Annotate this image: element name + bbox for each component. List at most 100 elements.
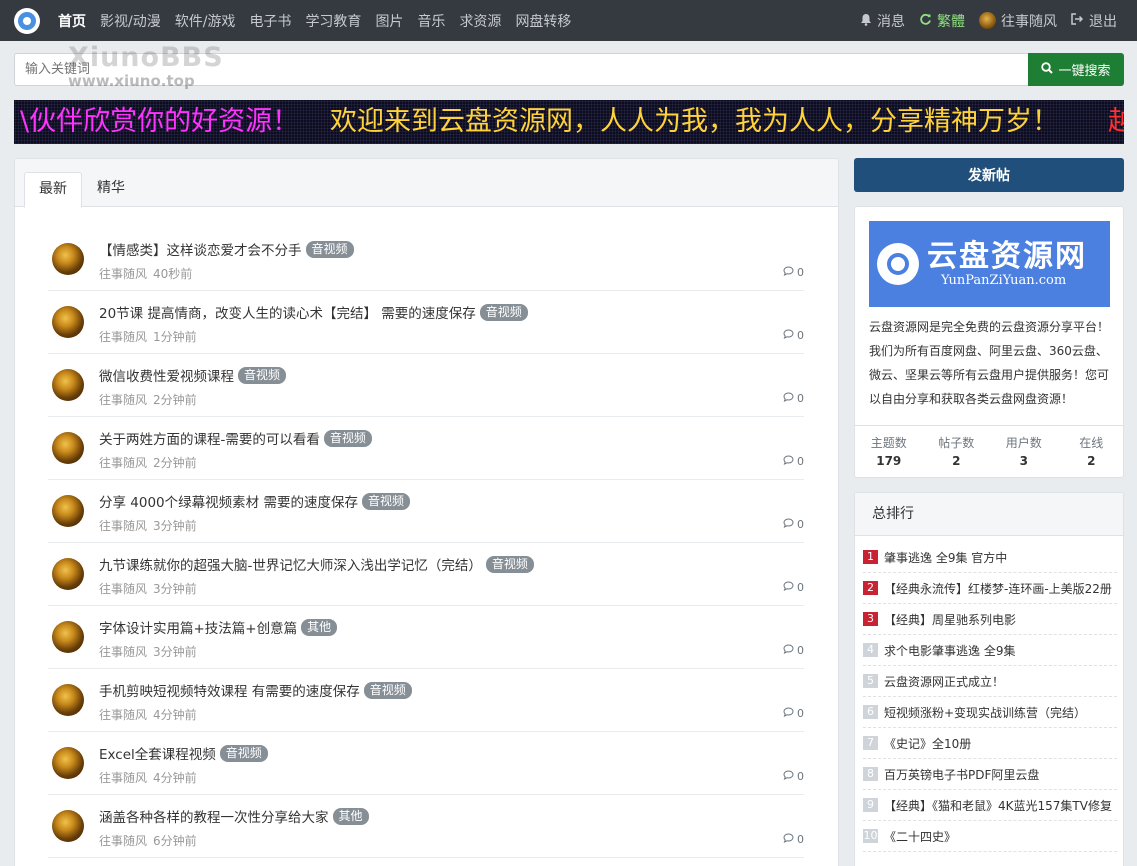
category-badge[interactable]: 音视频: [238, 366, 287, 384]
thread-title[interactable]: 【情感类】这样谈恋爱才会不分手: [99, 239, 302, 259]
traditional-toggle[interactable]: 繁體: [919, 11, 965, 31]
thread-time: 2分钟前: [153, 393, 197, 407]
thread-author[interactable]: 往事随风: [99, 330, 147, 344]
ranking-item-title[interactable]: 《二十四史》: [884, 828, 956, 845]
thread-row[interactable]: 字体设计实用篇+技法篇+创意篇 其他 往事随风 3分钟前 0: [48, 606, 804, 669]
site-logo-icon[interactable]: [14, 7, 40, 34]
thread-title[interactable]: 涵盖各种各样的教程一次性分享给大家: [99, 806, 329, 826]
ranking-item-title[interactable]: 肇事逃逸 全9集 官方中: [884, 549, 1007, 566]
thread-row[interactable]: 【情感类】这样谈恋爱才会不分手 音视频 往事随风 40秒前 0: [48, 228, 804, 291]
thread-author[interactable]: 往事随风: [99, 582, 147, 596]
nav-transfer[interactable]: 网盘转移: [515, 11, 571, 31]
category-badge[interactable]: 音视频: [305, 240, 354, 258]
avatar[interactable]: [52, 432, 84, 464]
nav-music[interactable]: 音乐: [417, 11, 445, 31]
avatar[interactable]: [52, 306, 84, 338]
ranking-item[interactable]: 7 《史记》全10册: [863, 728, 1117, 759]
category-badge[interactable]: 音视频: [361, 492, 410, 510]
avatar[interactable]: [52, 684, 84, 716]
ranking-item-title[interactable]: 短视频涨粉+变现实战训练营（完结）: [884, 704, 1086, 721]
tab-latest[interactable]: 最新: [24, 172, 82, 208]
search-input[interactable]: [14, 53, 1028, 86]
thread-row[interactable]: 手机剪映短视频特效课程 有需要的速度保存 音视频 往事随风 4分钟前 0: [48, 669, 804, 732]
ranking-item[interactable]: 4 求个电影肇事逃逸 全9集: [863, 635, 1117, 666]
new-post-button[interactable]: 发新帖: [854, 158, 1124, 192]
thread-title-line: 字体设计实用篇+技法篇+创意篇 其他: [99, 617, 338, 637]
thread-title[interactable]: 九节课练就你的超强大脑-世界记忆大师深入浅出学记忆（完结）: [99, 554, 482, 574]
category-badge[interactable]: 其他: [301, 618, 338, 636]
ranking-item[interactable]: 1 肇事逃逸 全9集 官方中: [863, 542, 1117, 573]
avatar[interactable]: [52, 747, 84, 779]
nav-software[interactable]: 软件/游戏: [175, 11, 236, 31]
reply-count-value: 0: [797, 392, 804, 405]
logout-link[interactable]: 退出: [1071, 11, 1117, 31]
thread-row[interactable]: 微信收费性爱视频课程 音视频往事随风 2分钟前 0: [48, 354, 804, 417]
ranking-item[interactable]: 6 短视频涨粉+变现实战训练营（完结）: [863, 697, 1117, 728]
site-stats: 主题数 179 帖子数 2 用户数 3 在线 2: [855, 425, 1123, 477]
ranking-item[interactable]: 5 云盘资源网正式成立！: [863, 666, 1117, 697]
thread-row[interactable]: 关于两姓方面的课程-需要的可以看看 音视频 往事随风 2分钟前 0: [48, 417, 804, 480]
avatar[interactable]: [52, 810, 84, 842]
avatar[interactable]: [52, 558, 84, 590]
nav-home[interactable]: 首页: [58, 11, 86, 31]
ranking-item[interactable]: 9 【经典】《猫和老鼠》4K蓝光157集TV修复: [863, 790, 1117, 821]
thread-author[interactable]: 往事随风: [99, 834, 147, 848]
nav-video[interactable]: 影视/动漫: [100, 11, 161, 31]
reply-count-value: 0: [797, 770, 804, 783]
comment-icon: [783, 770, 794, 783]
thread-author[interactable]: 往事随风: [99, 519, 147, 533]
nav-images[interactable]: 图片: [375, 11, 403, 31]
thread-author[interactable]: 往事随风: [99, 645, 147, 659]
ranking-item-title[interactable]: 【经典永流传】红楼梦-连环画-上美版22册: [884, 580, 1112, 597]
thread-row[interactable]: 分享 4000个绿幕视频素材 需要的速度保存 音视频 往事随风 3分钟前 0: [48, 480, 804, 543]
thread-author[interactable]: 往事随风: [99, 267, 147, 281]
category-badge[interactable]: 其他: [332, 807, 369, 825]
search-button[interactable]: 一键搜索: [1028, 53, 1124, 86]
category-badge[interactable]: 音视频: [363, 681, 412, 699]
thread-title[interactable]: Excel全套课程视频: [99, 743, 216, 763]
avatar[interactable]: [52, 495, 84, 527]
thread-title[interactable]: 20节课 提高情商，改变人生的读心术【完结】 需要的速度保存: [99, 302, 476, 322]
ranking-item-title[interactable]: 云盘资源网正式成立！: [884, 673, 1004, 690]
nav-request[interactable]: 求资源: [459, 11, 501, 31]
ranking-item[interactable]: 2 【经典永流传】红楼梦-连环画-上美版22册: [863, 573, 1117, 604]
ranking-item-title[interactable]: 求个电影肇事逃逸 全9集: [884, 642, 1015, 659]
ranking-item[interactable]: 3 【经典】周星驰系列电影: [863, 604, 1117, 635]
rank-number-badge: 5: [863, 674, 878, 688]
category-badge[interactable]: 音视频: [479, 303, 528, 321]
thread-title[interactable]: 分享 4000个绿幕视频素材 需要的速度保存: [99, 491, 358, 511]
avatar[interactable]: [52, 369, 84, 401]
avatar[interactable]: [52, 243, 84, 275]
ranking-item-title[interactable]: 【经典】周星驰系列电影: [884, 611, 1016, 628]
reply-count-value: 0: [797, 329, 804, 342]
thread-title[interactable]: 字体设计实用篇+技法篇+创意篇: [99, 617, 297, 637]
thread-row[interactable]: Excel全套课程视频 音视频 往事随风 4分钟前 0: [48, 732, 804, 795]
category-badge[interactable]: 音视频: [323, 429, 372, 447]
thread-row[interactable]: 20节课 提高情商，改变人生的读心术【完结】 需要的速度保存 音视频 往事随风 1分钟…: [48, 291, 804, 354]
thread-author[interactable]: 往事随风: [99, 708, 147, 722]
category-badge[interactable]: 音视频: [485, 555, 534, 573]
avatar[interactable]: [52, 621, 84, 653]
thread-row[interactable]: 涵盖各种各样的教程一次性分享给大家 其他 往事随风 6分钟前 0: [48, 795, 804, 858]
user-link[interactable]: 往事随风: [979, 11, 1057, 31]
ranking-item-title[interactable]: 【经典】《猫和老鼠》4K蓝光157集TV修复: [884, 797, 1112, 814]
tab-featured[interactable]: 精华: [83, 172, 139, 208]
nav-education[interactable]: 学习教育: [305, 11, 361, 31]
thread-title-line: 涵盖各种各样的教程一次性分享给大家 其他: [99, 806, 369, 826]
site-banner-logo[interactable]: 云盘资源网 YunPanZiYuan.com: [869, 221, 1110, 307]
nav-ebook[interactable]: 电子书: [249, 11, 291, 31]
thread-author[interactable]: 往事随风: [99, 771, 147, 785]
thread-title[interactable]: 手机剪映短视频特效课程 有需要的速度保存: [99, 680, 360, 700]
thread-title[interactable]: 微信收费性爱视频课程: [99, 365, 234, 385]
category-badge[interactable]: 音视频: [219, 744, 268, 762]
banner-text-part2: 欢迎来到云盘资源网，人人为我，我为人人，分享精神万岁！: [330, 106, 1059, 137]
ranking-item[interactable]: 10 《二十四史》: [863, 821, 1117, 852]
ranking-item-title[interactable]: 百万英镑电子书PDF阿里云盘: [884, 766, 1039, 783]
thread-author[interactable]: 往事随风: [99, 456, 147, 470]
ranking-item[interactable]: 8 百万英镑电子书PDF阿里云盘: [863, 759, 1117, 790]
thread-title[interactable]: 关于两姓方面的课程-需要的可以看看: [99, 428, 320, 448]
messages-link[interactable]: 消息: [860, 11, 905, 31]
thread-row[interactable]: 九节课练就你的超强大脑-世界记忆大师深入浅出学记忆（完结） 音视频 往事随风 3分钟前…: [48, 543, 804, 606]
thread-author[interactable]: 往事随风: [99, 393, 147, 407]
ranking-item-title[interactable]: 《史记》全10册: [884, 735, 971, 752]
